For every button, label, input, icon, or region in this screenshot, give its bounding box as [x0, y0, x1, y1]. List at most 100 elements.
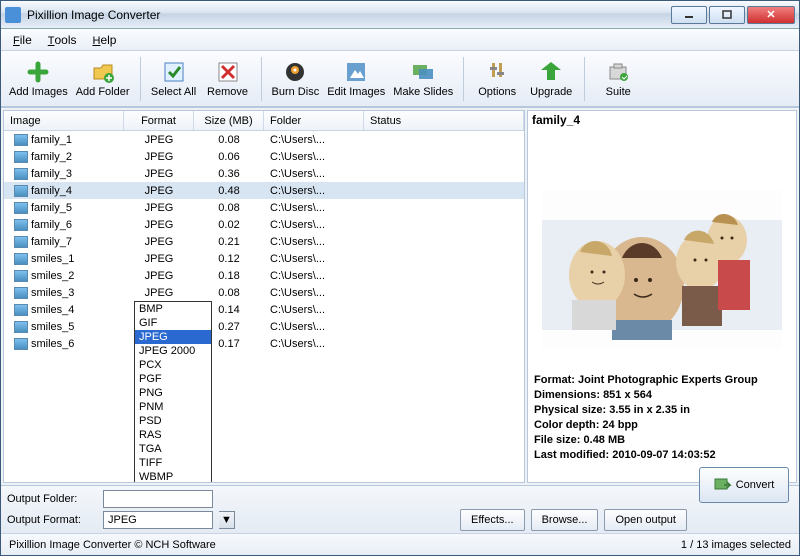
- add-folder-button[interactable]: Add Folder: [72, 54, 134, 104]
- row-name: family_4: [31, 185, 72, 197]
- format-option[interactable]: GIF: [135, 316, 211, 330]
- image-icon: [14, 185, 28, 197]
- row-name: smiles_2: [31, 270, 74, 282]
- image-icon: [14, 287, 28, 299]
- row-name: family_7: [31, 236, 72, 248]
- options-label: Options: [478, 86, 516, 98]
- row-folder: C:\Users\...: [264, 202, 364, 214]
- row-name: smiles_6: [31, 338, 74, 350]
- row-size: 0.18: [194, 270, 264, 282]
- row-folder: C:\Users\...: [264, 134, 364, 146]
- select-all-icon: [162, 60, 186, 84]
- open-output-button[interactable]: Open output: [604, 509, 687, 531]
- col-size[interactable]: Size (MB): [194, 111, 264, 130]
- row-name: smiles_1: [31, 253, 74, 265]
- minimize-button[interactable]: [671, 6, 707, 24]
- suite-button[interactable]: Suite: [591, 54, 645, 104]
- add-folder-label: Add Folder: [76, 86, 130, 98]
- table-row[interactable]: smiles_50.27C:\Users\...: [4, 318, 524, 335]
- list-header: Image Format Size (MB) Folder Status: [4, 111, 524, 131]
- info-dimensions: Dimensions: 851 x 564: [534, 388, 790, 403]
- row-name: family_1: [31, 134, 72, 146]
- table-row[interactable]: family_4JPEG0.48C:\Users\...: [4, 182, 524, 199]
- format-option[interactable]: JPEG 2000: [135, 344, 211, 358]
- format-option[interactable]: PGF: [135, 372, 211, 386]
- burn-disc-button[interactable]: Burn Disc: [268, 54, 324, 104]
- format-option[interactable]: PNG: [135, 386, 211, 400]
- col-format[interactable]: Format: [124, 111, 194, 130]
- preview-image: [528, 169, 796, 369]
- format-option[interactable]: JPEG: [135, 330, 211, 344]
- row-name: family_2: [31, 151, 72, 163]
- edit-images-label: Edit Images: [327, 86, 385, 98]
- image-icon: [14, 151, 28, 163]
- table-row[interactable]: family_2JPEG0.06C:\Users\...: [4, 148, 524, 165]
- format-option[interactable]: BMP: [135, 302, 211, 316]
- row-size: 0.08: [194, 134, 264, 146]
- row-size: 0.06: [194, 151, 264, 163]
- table-row[interactable]: family_7JPEG0.21C:\Users\...: [4, 233, 524, 250]
- titlebar: Pixillion Image Converter ✕: [1, 1, 799, 29]
- info-filesize: File size: 0.48 MB: [534, 433, 790, 448]
- image-icon: [14, 134, 28, 146]
- status-bar: Pixillion Image Converter © NCH Software…: [1, 533, 799, 555]
- format-dropdown-list[interactable]: BMPGIFJPEGJPEG 2000PCXPGFPNGPNMPSDRASTGA…: [134, 301, 212, 483]
- format-option[interactable]: PSD: [135, 414, 211, 428]
- select-all-button[interactable]: Select All: [147, 54, 201, 104]
- table-row[interactable]: family_5JPEG0.08C:\Users\...: [4, 199, 524, 216]
- table-row[interactable]: smiles_60.17C:\Users\...: [4, 335, 524, 352]
- col-image[interactable]: Image: [4, 111, 124, 130]
- options-button[interactable]: Options: [470, 54, 524, 104]
- table-row[interactable]: family_1JPEG0.08C:\Users\...: [4, 131, 524, 148]
- col-folder[interactable]: Folder: [264, 111, 364, 130]
- info-physical: Physical size: 3.55 in x 2.35 in: [534, 403, 790, 418]
- col-status[interactable]: Status: [364, 111, 524, 130]
- remove-label: Remove: [207, 86, 248, 98]
- menu-help[interactable]: Help: [85, 31, 125, 49]
- table-row[interactable]: family_3JPEG0.36C:\Users\...: [4, 165, 524, 182]
- remove-button[interactable]: Remove: [201, 54, 255, 104]
- edit-images-button[interactable]: Edit Images: [323, 54, 389, 104]
- maximize-button[interactable]: [709, 6, 745, 24]
- format-option[interactable]: RAS: [135, 428, 211, 442]
- table-row[interactable]: smiles_1JPEG0.12C:\Users\...: [4, 250, 524, 267]
- format-option[interactable]: PNM: [135, 400, 211, 414]
- format-option[interactable]: PCX: [135, 358, 211, 372]
- image-icon: [14, 270, 28, 282]
- output-format-dropdown-button[interactable]: ▼: [219, 511, 235, 529]
- convert-label: Convert: [736, 479, 775, 491]
- convert-button[interactable]: Convert: [699, 467, 789, 503]
- row-format: JPEG: [124, 253, 194, 265]
- image-icon: [14, 304, 28, 316]
- output-format-field[interactable]: JPEG: [103, 511, 213, 529]
- upgrade-button[interactable]: Upgrade: [524, 54, 578, 104]
- row-name: smiles_4: [31, 304, 74, 316]
- add-images-label: Add Images: [9, 86, 68, 98]
- add-images-button[interactable]: Add Images: [5, 54, 72, 104]
- format-option[interactable]: WBMP: [135, 470, 211, 483]
- info-modified: Last modified: 2010-09-07 14:03:52: [534, 448, 790, 463]
- make-slides-button[interactable]: Make Slides: [389, 54, 457, 104]
- info-format: Format: Joint Photographic Experts Group: [534, 373, 790, 388]
- output-folder-field[interactable]: [103, 490, 213, 508]
- select-all-label: Select All: [151, 86, 196, 98]
- upgrade-icon: [539, 60, 563, 84]
- table-row[interactable]: family_6JPEG0.02C:\Users\...: [4, 216, 524, 233]
- format-option[interactable]: TGA: [135, 442, 211, 456]
- table-row[interactable]: smiles_2JPEG0.18C:\Users\...: [4, 267, 524, 284]
- preview-info: Format: Joint Photographic Experts Group…: [528, 369, 796, 467]
- image-icon: [14, 321, 28, 333]
- menu-tools[interactable]: Tools: [40, 31, 85, 49]
- effects-button[interactable]: Effects...: [460, 509, 525, 531]
- close-button[interactable]: ✕: [747, 6, 795, 24]
- suite-icon: [606, 60, 630, 84]
- format-option[interactable]: TIFF: [135, 456, 211, 470]
- status-left: Pixillion Image Converter © NCH Software: [9, 539, 681, 551]
- preview-panel: family_4: [527, 110, 797, 483]
- table-row[interactable]: smiles_3JPEG0.08C:\Users\...: [4, 284, 524, 301]
- menu-file[interactable]: File: [5, 31, 40, 49]
- table-row[interactable]: smiles_40.14C:\Users\...: [4, 301, 524, 318]
- options-icon: [485, 60, 509, 84]
- folder-plus-icon: [91, 60, 115, 84]
- browse-button[interactable]: Browse...: [531, 509, 599, 531]
